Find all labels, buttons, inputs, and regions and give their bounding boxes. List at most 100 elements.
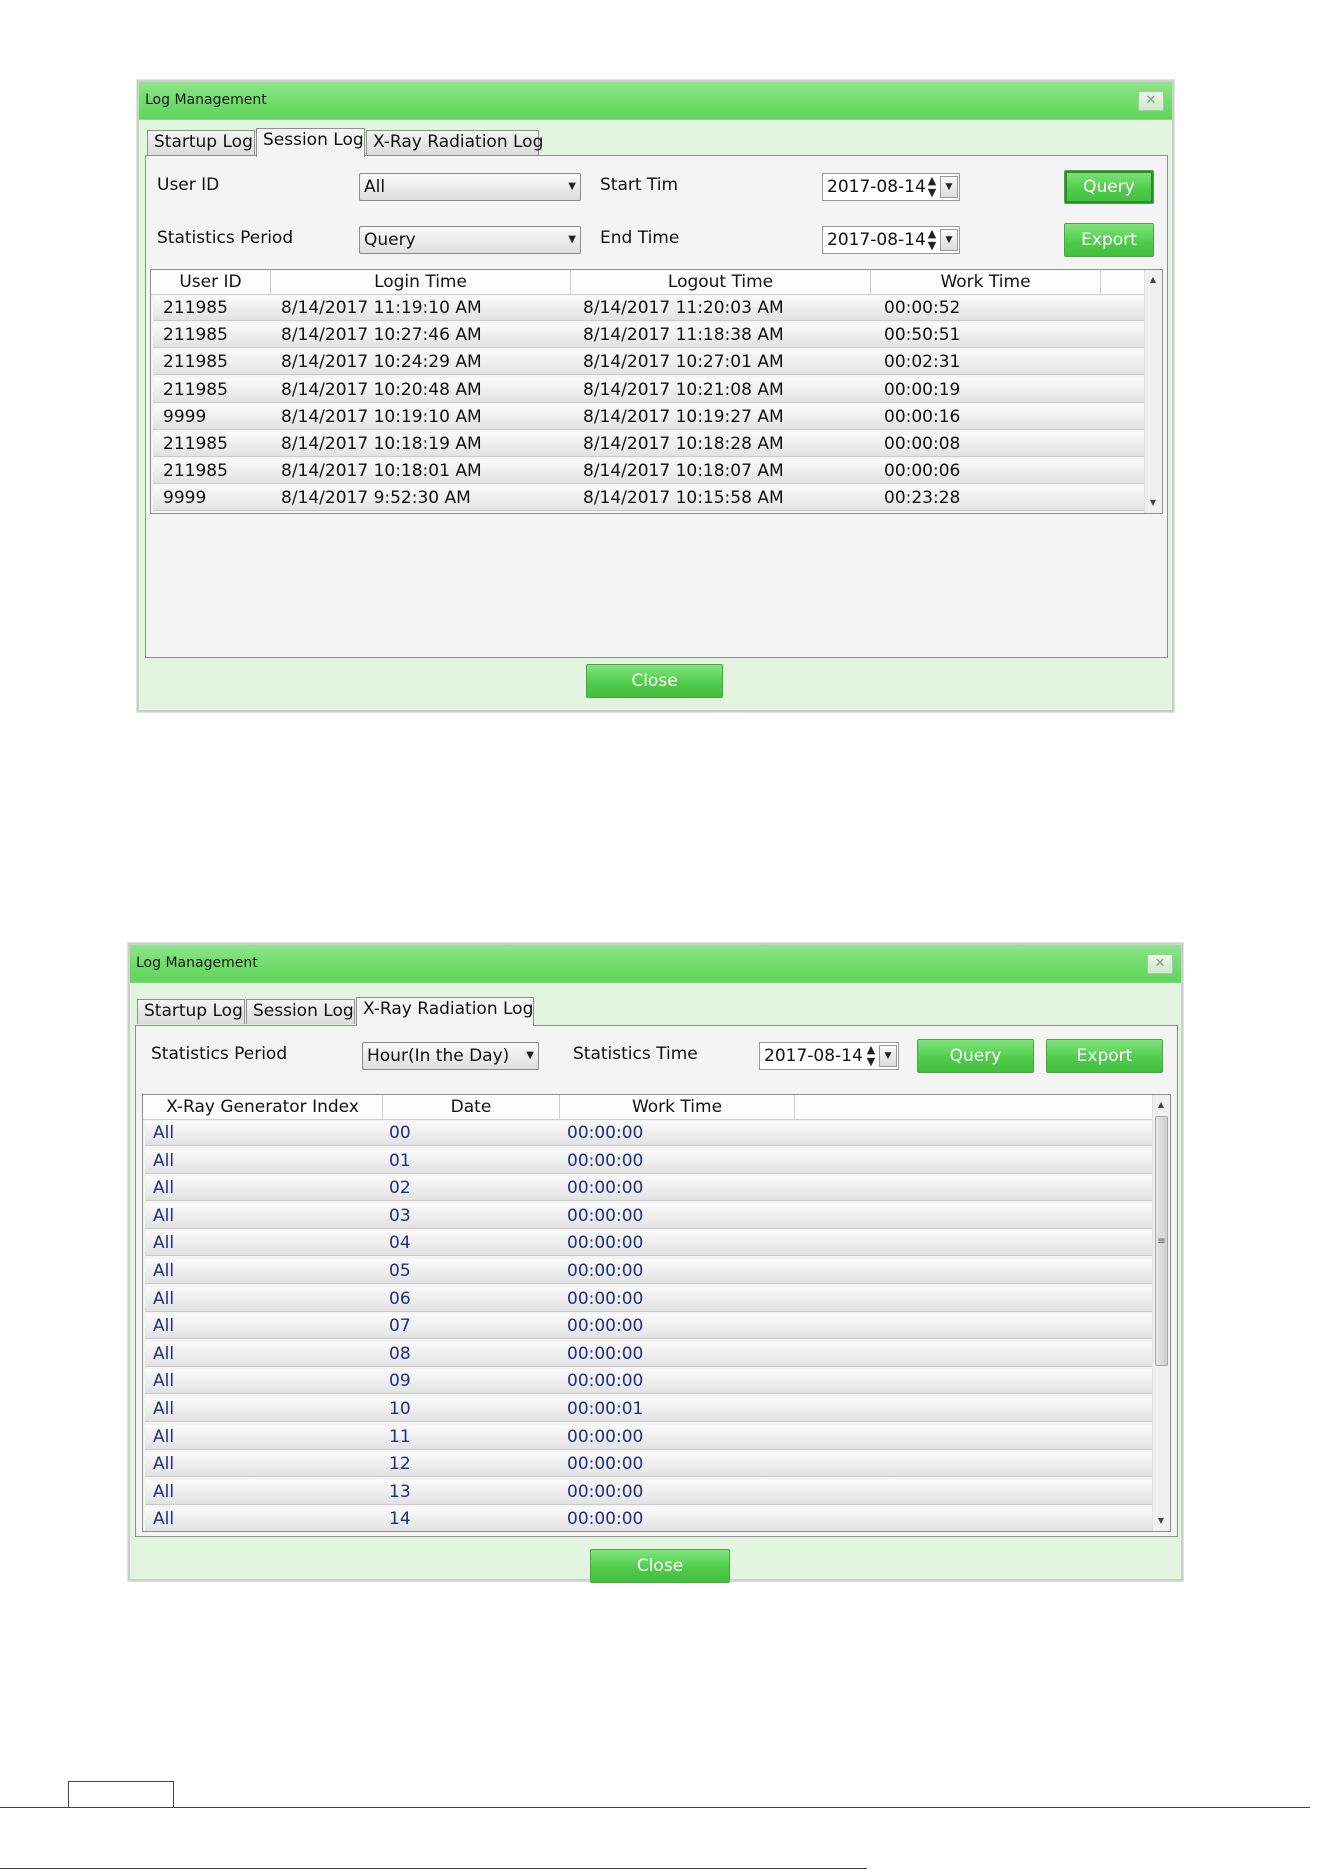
start-time-value: 2017-08-14 <box>827 177 926 197</box>
dialog-titlebar[interactable]: Log Management ✕ <box>130 945 1181 983</box>
cell-work-time: 00:00:00 <box>567 1454 644 1475</box>
column-header-logout-time[interactable]: Logout Time <box>571 270 871 295</box>
cell-generator-index: All <box>153 1426 175 1447</box>
log-management-dialog-session: Log Management ✕ Startup Log Session Log… <box>137 80 1174 712</box>
close-button[interactable]: Close <box>590 1549 730 1583</box>
spinner-icon[interactable]: ▲ ▼ <box>866 1044 876 1068</box>
cell-user-id: 211985 <box>163 461 228 482</box>
column-header-date[interactable]: Date <box>383 1095 560 1120</box>
cell-generator-index: All <box>153 1316 175 1337</box>
table-row[interactable]: All 04 00:00:00 <box>145 1231 1152 1257</box>
table-row[interactable]: All 08 00:00:00 <box>145 1341 1152 1367</box>
spinner-icon[interactable]: ▲ ▼ <box>927 228 937 252</box>
table-row[interactable]: 211985 8/14/2017 10:27:46 AM 8/14/2017 11:… <box>153 323 1144 349</box>
cell-logout-time: 8/14/2017 11:20:03 AM <box>583 298 784 318</box>
statistics-period-label: Statistics Period <box>151 1044 288 1064</box>
cell-date: 07 <box>389 1316 411 1337</box>
table-row[interactable]: 9999 8/14/2017 9:52:30 AM 8/14/2017 10:15:… <box>153 486 1144 512</box>
table-row[interactable]: All 03 00:00:00 <box>145 1203 1152 1229</box>
close-icon[interactable]: ✕ <box>1138 91 1164 111</box>
cell-date: 10 <box>389 1399 411 1419</box>
scroll-down-icon[interactable]: ▼ <box>1153 1513 1169 1529</box>
cell-logout-time: 8/14/2017 10:15:58 AM <box>583 488 784 509</box>
export-button[interactable]: Export <box>1046 1039 1163 1073</box>
table-row[interactable]: All 02 00:00:00 <box>145 1176 1152 1202</box>
chevron-down-icon[interactable]: ▼ <box>879 1045 897 1067</box>
cell-work-time: 00:00:19 <box>884 379 961 400</box>
vertical-scrollbar[interactable]: ▲ ≡ ▼ <box>1152 1095 1170 1531</box>
column-header-user-id[interactable]: User ID <box>151 270 271 295</box>
user-id-select[interactable]: All ▼ <box>359 173 581 201</box>
export-button[interactable]: Export <box>1064 223 1154 257</box>
table-row[interactable]: All 10 00:00:01 <box>145 1397 1152 1422</box>
query-button[interactable]: Query <box>1064 170 1154 204</box>
table-row[interactable]: All 07 00:00:00 <box>145 1314 1152 1340</box>
user-id-label: User ID <box>157 175 220 195</box>
cell-work-time: 00:23:28 <box>884 488 961 509</box>
tab-xray-radiation-log[interactable]: X-Ray Radiation Log <box>356 997 534 1026</box>
table-row[interactable]: All 14 00:00:00 <box>145 1507 1152 1531</box>
table-row[interactable]: All 12 00:00:00 <box>145 1452 1152 1478</box>
close-icon[interactable]: ✕ <box>1147 954 1173 974</box>
end-time-picker[interactable]: 2017-08-14 ▲ ▼ ▼ <box>822 226 960 254</box>
cell-work-time: 00:00:00 <box>567 1123 644 1143</box>
column-header-work-time[interactable]: Work Time <box>871 270 1101 295</box>
statistics-period-select[interactable]: Hour(In the Day) ▼ <box>362 1042 539 1070</box>
cell-logout-time: 8/14/2017 10:18:07 AM <box>583 461 784 482</box>
cell-logout-time: 8/14/2017 10:19:27 AM <box>583 406 784 427</box>
table-row[interactable]: 211985 8/14/2017 10:18:01 AM 8/14/2017 10:… <box>153 459 1144 485</box>
table-row[interactable]: All 00 00:00:00 <box>145 1121 1152 1146</box>
cell-date: 13 <box>389 1481 411 1502</box>
table-row[interactable]: 211985 8/14/2017 11:19:10 AM 8/14/2017 11:… <box>153 296 1144 321</box>
scroll-up-icon[interactable]: ▲ <box>1153 1097 1169 1113</box>
query-button[interactable]: Query <box>917 1039 1034 1073</box>
tab-strip: Startup Log Session Log X-Ray Radiation … <box>137 997 557 1026</box>
table-row[interactable]: 211985 8/14/2017 10:18:19 AM 8/14/2017 10:… <box>153 432 1144 457</box>
statistics-period-select[interactable]: Query ▼ <box>359 226 581 254</box>
tab-startup-log[interactable]: Startup Log <box>137 999 245 1024</box>
start-time-picker[interactable]: 2017-08-14 ▲ ▼ ▼ <box>822 173 960 201</box>
cell-login-time: 8/14/2017 10:27:46 AM <box>281 325 482 346</box>
cell-work-time: 00:00:00 <box>567 1343 644 1364</box>
chevron-down-icon[interactable]: ▼ <box>940 229 958 251</box>
statistics-time-value: 2017-08-14 <box>764 1046 863 1066</box>
scroll-down-icon[interactable]: ▼ <box>1145 495 1161 511</box>
tab-session-log[interactable]: Session Log <box>256 128 365 157</box>
table-row[interactable]: All 05 00:00:00 <box>145 1259 1152 1284</box>
table-row[interactable]: All 06 00:00:00 <box>145 1286 1152 1312</box>
cell-generator-index: All <box>153 1178 175 1199</box>
table-row[interactable]: All 11 00:00:00 <box>145 1424 1152 1450</box>
table-row[interactable]: All 13 00:00:00 <box>145 1479 1152 1505</box>
spinner-icon[interactable]: ▲ ▼ <box>927 175 937 199</box>
cell-date: 02 <box>389 1178 411 1199</box>
column-header-generator-index[interactable]: X-Ray Generator Index <box>143 1095 383 1120</box>
xray-radiation-log-table: X-Ray Generator Index Date Work Time All… <box>142 1094 1171 1532</box>
dialog-titlebar[interactable]: Log Management ✕ <box>139 82 1172 120</box>
vertical-scrollbar[interactable]: ▲ ▼ <box>1144 270 1162 513</box>
scrollbar-thumb[interactable]: ≡ <box>1155 1116 1168 1366</box>
cell-date: 06 <box>389 1288 411 1309</box>
cell-date: 03 <box>389 1205 411 1226</box>
table-row[interactable]: 9999 8/14/2017 10:19:10 AM 8/14/2017 10:19… <box>153 404 1144 430</box>
cell-user-id: 9999 <box>163 488 207 509</box>
column-header-work-time[interactable]: Work Time <box>560 1095 795 1120</box>
chevron-down-icon[interactable]: ▼ <box>940 176 958 198</box>
tab-xray-radiation-log[interactable]: X-Ray Radiation Log <box>366 130 543 155</box>
cell-work-time: 00:00:08 <box>884 434 961 454</box>
column-header-login-time[interactable]: Login Time <box>271 270 571 295</box>
cell-date: 04 <box>389 1233 411 1254</box>
table-row[interactable]: 211985 8/14/2017 10:24:29 AM 8/14/2017 10:… <box>153 350 1144 376</box>
close-button[interactable]: Close <box>586 664 723 698</box>
tab-startup-log[interactable]: Startup Log <box>147 130 255 155</box>
table-row[interactable]: All 01 00:00:00 <box>145 1148 1152 1174</box>
cell-work-time: 00:00:16 <box>884 406 961 427</box>
cell-work-time: 00:00:00 <box>567 1426 644 1447</box>
cell-generator-index: All <box>153 1150 175 1171</box>
scroll-up-icon[interactable]: ▲ <box>1145 272 1161 288</box>
cell-work-time: 00:00:00 <box>567 1481 644 1502</box>
statistics-time-picker[interactable]: 2017-08-14 ▲ ▼ ▼ <box>759 1042 899 1070</box>
cell-date: 00 <box>389 1123 411 1143</box>
table-row[interactable]: 211985 8/14/2017 10:20:48 AM 8/14/2017 10:… <box>153 377 1144 403</box>
table-row[interactable]: All 09 00:00:00 <box>145 1369 1152 1395</box>
tab-session-log[interactable]: Session Log <box>246 999 355 1024</box>
